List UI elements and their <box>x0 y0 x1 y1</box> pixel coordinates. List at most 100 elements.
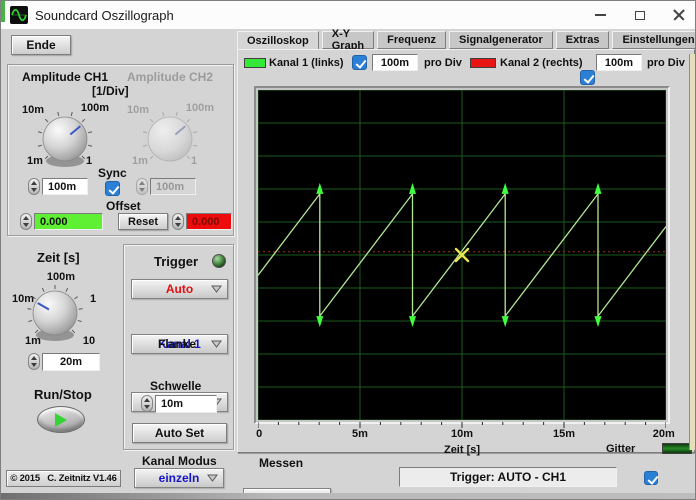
ch1-offset-field[interactable]: 0.000 <box>34 213 103 230</box>
trigger-mode-dropdown[interactable]: Auto <box>131 279 228 299</box>
sync-checkbox[interactable] <box>105 181 120 196</box>
scope-frame <box>254 86 670 424</box>
maximize-icon <box>635 11 645 20</box>
ch1-offset-spinner[interactable] <box>20 213 32 230</box>
x-tick-10m: 10m <box>451 428 473 440</box>
spin-up-icon <box>144 398 150 402</box>
spin-down-icon <box>23 223 29 227</box>
grid-color-swatch <box>662 443 692 454</box>
run-stop-label: Run/Stop <box>34 387 92 402</box>
tab-einstellungen[interactable]: Einstellungen <box>612 31 696 49</box>
spin-up-icon <box>31 181 37 185</box>
tab-oszilloskop[interactable]: Oszilloskop <box>237 31 319 50</box>
knob-label-1: 1 <box>86 155 92 167</box>
maximize-button[interactable] <box>623 1 657 29</box>
knob-label-10m: 10m <box>22 104 44 116</box>
sync-label: Sync <box>98 166 127 180</box>
ch2-offset-field[interactable]: 0.000 <box>186 213 232 230</box>
ch1-per-div-label: pro Div <box>424 57 462 69</box>
time-knob[interactable]: 100m 10m 1 1m 10 <box>5 263 109 353</box>
ende-button[interactable]: Ende <box>11 35 71 55</box>
app-icon <box>10 6 28 24</box>
time-field[interactable]: 20m <box>42 353 100 371</box>
ch2-amplitude-spinner[interactable] <box>136 178 148 195</box>
screen-edge-artifact <box>1 1 5 22</box>
knob-label-10m: 10m <box>127 104 149 116</box>
ch1-amplitude-field[interactable]: 100m <box>42 178 88 195</box>
ch2-amplitude-field[interactable]: 100m <box>150 178 196 195</box>
gitter-label: Gitter <box>606 443 635 455</box>
kanal-modus-value: einzeln <box>159 471 200 485</box>
scope-plot[interactable] <box>258 90 666 420</box>
tab-bar: Oszilloskop X-Y Graph Frequenz Signalgen… <box>237 31 696 50</box>
tab-signalgenerator[interactable]: Signalgenerator <box>449 31 553 49</box>
ch1-enable-checkbox[interactable] <box>352 55 367 70</box>
amplitude-ch2-knob[interactable]: 10m 100m 1m 1 <box>121 93 219 177</box>
amplitude-ch1-title: Amplitude CH1 <box>22 70 108 84</box>
ch1-amplitude-spinner[interactable] <box>28 178 40 195</box>
knob-label-100m: 100m <box>81 102 109 114</box>
minimize-button[interactable] <box>583 1 617 29</box>
play-icon <box>55 413 67 427</box>
trigger-title: Trigger <box>154 254 198 269</box>
spin-down-icon <box>175 223 181 227</box>
tab-extras[interactable]: Extras <box>556 31 610 49</box>
ch2-enable-checkbox[interactable] <box>580 70 595 85</box>
offset-reset-button[interactable]: Reset <box>118 213 168 230</box>
close-icon <box>673 9 685 21</box>
kanal-modus-dropdown[interactable]: einzeln <box>134 468 224 488</box>
spin-down-icon <box>31 363 37 367</box>
ch2-offset-spinner[interactable] <box>172 213 184 230</box>
knob-label-100m: 100m <box>186 102 214 114</box>
offset-label: Offset <box>106 199 141 213</box>
threshold-field[interactable]: 10m <box>155 395 217 413</box>
ch1-scale-field[interactable]: 100m <box>372 54 418 71</box>
window-title: Soundcard Oszillograph <box>35 8 174 23</box>
auto-set-button[interactable]: Auto Set <box>132 423 227 443</box>
knob-label-1m: 1m <box>27 155 43 167</box>
trigger-panel: Trigger Auto Kanal 1 Flanke steigend Sch… <box>123 244 234 450</box>
amplitude-panel: Amplitude CH1 Amplitude CH2 [1/Div] 10m … <box>7 64 234 236</box>
ch2-per-div-label: pro Div <box>647 57 685 69</box>
x-tick-20m: 20m <box>653 428 675 440</box>
x-tick-5m: 5m <box>352 428 368 440</box>
minimize-icon <box>595 14 606 16</box>
ch2-legend-label: Kanal 2 (rechts) <box>500 57 583 69</box>
flanke-label: Flanke <box>158 337 196 351</box>
ch1-color-swatch <box>244 58 266 68</box>
threshold-spinner[interactable] <box>141 395 153 412</box>
dropdown-arrow-icon <box>211 285 222 293</box>
trigger-led <box>212 254 226 268</box>
spin-down-icon <box>31 188 37 192</box>
oszilloskop-page: Kanal 1 (links) 100m pro Div Kanal 2 (re… <box>237 49 695 453</box>
dropdown-arrow-icon <box>207 474 218 482</box>
app-window: Soundcard Oszillograph Ende Amplitude CH… <box>0 0 696 500</box>
time-spinner[interactable] <box>28 353 40 370</box>
knob-label-1: 1 <box>191 155 197 167</box>
spin-down-icon <box>144 405 150 409</box>
kanal-modus-label: Kanal Modus <box>142 454 217 468</box>
spin-up-icon <box>175 216 181 220</box>
schwelle-label: Schwelle <box>150 379 201 393</box>
knob-label-10m: 10m <box>12 293 34 305</box>
copyright-box: © 2015 C. Zeitnitz V1.46 <box>6 470 121 487</box>
tab-frequenz[interactable]: Frequenz <box>377 31 446 49</box>
gitter-checkbox[interactable] <box>644 471 658 485</box>
ch1-legend-label: Kanal 1 (links) <box>269 57 344 69</box>
trigger-status-bar: Trigger: AUTO - CH1 <box>399 467 617 487</box>
ch2-scale-field[interactable]: 100m <box>596 54 642 71</box>
x-axis-title: Zeit [s] <box>444 444 480 456</box>
knob-label-1m: 1m <box>132 155 148 167</box>
knob-label-10: 10 <box>83 335 95 347</box>
spin-up-icon <box>139 181 145 185</box>
scope-scrollbar[interactable] <box>689 54 695 450</box>
trigger-mode-value: Auto <box>166 282 193 296</box>
run-stop-button[interactable] <box>37 406 85 433</box>
spin-up-icon <box>31 356 37 360</box>
spin-up-icon <box>23 216 29 220</box>
close-button[interactable] <box>662 1 696 29</box>
window-bottom-edge <box>1 493 696 500</box>
tab-xy-graph[interactable]: X-Y Graph <box>322 31 374 49</box>
amplitude-ch1-knob[interactable]: 10m 100m 1m 1 <box>16 93 114 177</box>
messen-label: Messen <box>259 456 303 470</box>
